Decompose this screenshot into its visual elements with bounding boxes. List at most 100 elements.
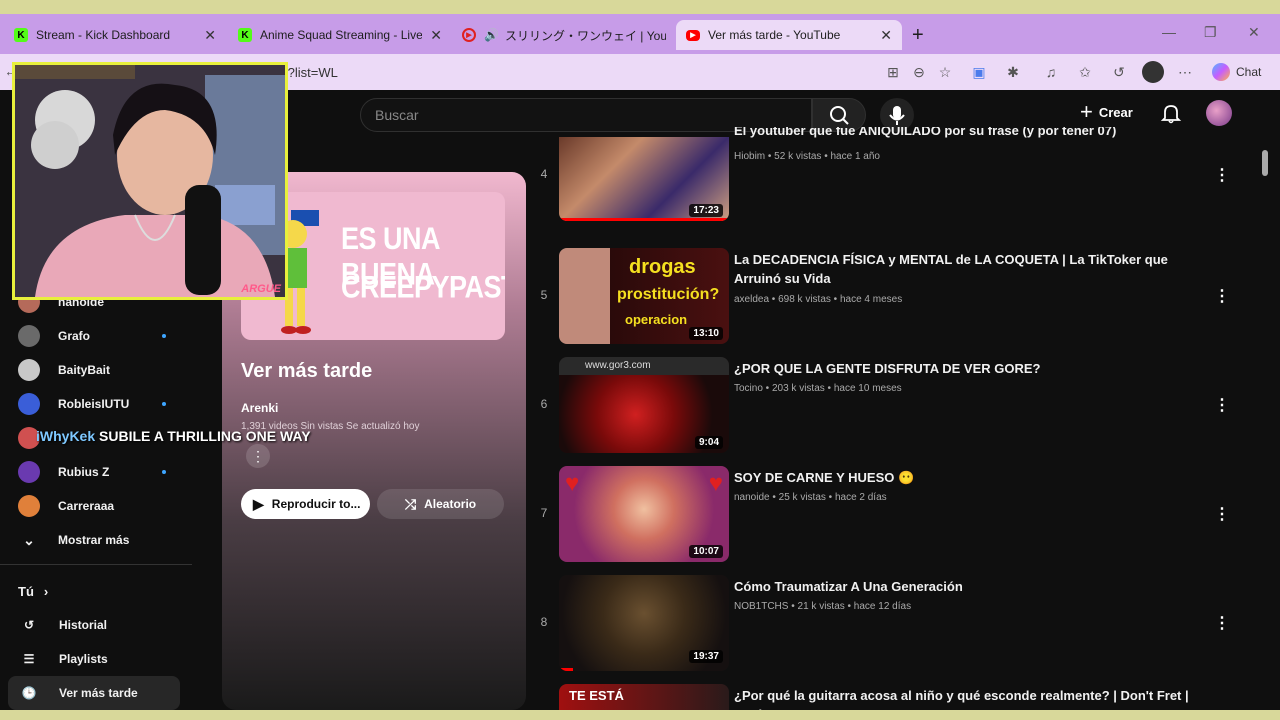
play-all-label: Reproducir to... xyxy=(271,497,361,511)
scrollbar[interactable] xyxy=(1260,132,1268,710)
profile-avatar[interactable] xyxy=(1142,61,1164,83)
thumb-text-line2: CREEPYPASTA xyxy=(341,269,505,305)
search-box[interactable] xyxy=(360,98,812,132)
video-thumbnail[interactable]: TE ESTÁ xyxy=(559,684,729,710)
create-button[interactable]: + Crear xyxy=(1080,101,1133,123)
video-thumbnail[interactable]: www.gor3.com 9:04 xyxy=(559,357,729,453)
video-duration: 17:23 xyxy=(689,204,723,217)
new-content-dot xyxy=(162,402,166,406)
video-title[interactable]: ¿POR QUE LA GENTE DISFRUTA DE VER GORE? xyxy=(734,359,1204,378)
video-options-icon[interactable]: ⋮ xyxy=(1214,286,1230,306)
maximize-icon[interactable]: ❐ xyxy=(1204,24,1217,41)
extension-icon[interactable]: ▣ xyxy=(970,63,988,81)
video-options-icon[interactable]: ⋮ xyxy=(1214,504,1230,524)
zoom-icon[interactable]: ⊖ xyxy=(910,63,928,81)
video-thumbnail[interactable]: 17:23 xyxy=(559,137,729,221)
favorites-icon[interactable]: ✩ xyxy=(1076,63,1094,81)
watch-progress-bar xyxy=(559,218,729,221)
video-options-icon[interactable]: ⋮ xyxy=(1214,613,1230,633)
notifications-button[interactable] xyxy=(1160,102,1182,129)
watch-later-icon: 🕒 xyxy=(21,686,37,700)
copilot-chat-button[interactable]: Chat xyxy=(1212,63,1261,81)
close-icon[interactable]: ✕ xyxy=(880,27,892,44)
scrollbar-thumb[interactable] xyxy=(1262,150,1268,176)
you-section-header[interactable]: Tú › xyxy=(8,574,180,608)
shuffle-label: Aleatorio xyxy=(424,497,477,511)
video-row[interactable]: 4 17:23 El youtuber que fue ANIQUILADO p… xyxy=(530,127,1240,221)
video-index: 5 xyxy=(540,288,548,302)
shuffle-button[interactable]: ⤮ Aleatorio xyxy=(377,489,504,519)
video-title[interactable]: ¿Por qué la guitarra acosa al niño y qué… xyxy=(734,686,1204,710)
video-duration: 13:10 xyxy=(689,327,723,340)
video-thumbnail[interactable]: ♥ ♥ 10:07 xyxy=(559,466,729,562)
tab-bar: K Stream - Kick Dashboard ✕ K Anime Squa… xyxy=(0,14,1280,54)
close-window-icon[interactable]: ✕ xyxy=(1248,24,1260,41)
thumb-text: prostitución? xyxy=(617,286,720,303)
close-icon[interactable]: ✕ xyxy=(430,27,442,44)
video-row[interactable]: 6 www.gor3.com 9:04 ¿POR QUE LA GENTE DI… xyxy=(530,357,1240,455)
video-options-icon[interactable]: ⋮ xyxy=(1214,395,1230,415)
caption-text: SUBILE A THRILLING ONE WAY xyxy=(99,428,311,444)
shuffle-icon: ⤮ xyxy=(404,495,417,512)
sidebar-sub-grafo[interactable]: Grafo xyxy=(0,319,200,353)
close-icon[interactable]: ✕ xyxy=(204,27,216,44)
nav-label: Ver más tarde xyxy=(59,686,138,700)
sidebar-sub-robleisiutu[interactable]: RobleisIUTU xyxy=(0,387,200,421)
speaker-icon[interactable]: 🔊 xyxy=(484,28,499,42)
video-row[interactable]: 5 drogas prostitución? operacion 13:10 L… xyxy=(530,248,1240,346)
sidebar: nanoide Grafo BaityBait RobleisIUTU Rubi… xyxy=(0,285,200,557)
copilot-icon xyxy=(1212,63,1230,81)
sidebar-sub-baitybait[interactable]: BaityBait xyxy=(0,353,200,387)
kick-icon: K xyxy=(14,28,28,42)
playlist-title: Ver más tarde xyxy=(241,360,373,382)
playlist-owner[interactable]: Arenki xyxy=(241,401,278,415)
sidebar-item-history[interactable]: ↺ Historial xyxy=(8,608,180,642)
sub-name: Rubius Z xyxy=(58,465,110,479)
more-menu-icon[interactable]: ⋯ xyxy=(1176,63,1194,81)
video-row[interactable]: 7 ♥ ♥ 10:07 SOY DE CARNE Y HUESO 😶 nanoi… xyxy=(530,466,1240,564)
show-more-button[interactable]: ⌄ Mostrar más xyxy=(0,523,200,557)
avatar xyxy=(18,359,40,381)
bell-icon xyxy=(1160,105,1182,124)
tab-title: Anime Squad Streaming - Live Stre xyxy=(260,28,423,42)
search-input[interactable] xyxy=(361,99,811,131)
video-title[interactable]: El youtuber que fue ANIQUILADO por su fr… xyxy=(734,127,1204,141)
video-index: 4 xyxy=(540,167,548,181)
tab-title: Stream - Kick Dashboard xyxy=(36,28,171,42)
video-options-icon[interactable]: ⋮ xyxy=(1214,165,1230,185)
search-button[interactable] xyxy=(812,98,866,132)
video-row[interactable]: 8 19:37 Cómo Traumatizar A Una Generació… xyxy=(530,575,1240,673)
tab-youtube-music[interactable]: ▶ 🔊 スリリング・ワンウェイ | YouTube M xyxy=(452,20,676,50)
play-all-button[interactable]: ▶ Reproducir to... xyxy=(241,489,370,519)
voice-search-button[interactable] xyxy=(880,98,914,132)
account-avatar[interactable] xyxy=(1206,100,1232,126)
more-options-icon[interactable]: ⋮ xyxy=(246,444,270,468)
chat-label: Chat xyxy=(1236,65,1262,79)
tab-watch-later[interactable]: ▶ Ver más tarde - YouTube ✕ xyxy=(676,20,902,50)
tab-anime-squad[interactable]: K Anime Squad Streaming - Live Stre ✕ xyxy=(228,20,452,50)
favorite-star-icon[interactable]: ☆ xyxy=(936,63,954,81)
sidebar-item-watch-later[interactable]: 🕒 Ver más tarde xyxy=(8,676,180,710)
sub-name: RobleisIUTU xyxy=(58,397,130,411)
app-grid-icon[interactable]: ⊞ xyxy=(884,63,902,81)
video-thumbnail[interactable]: drogas prostitución? operacion 13:10 xyxy=(559,248,729,344)
video-title[interactable]: Cómo Traumatizar A Una Generación xyxy=(734,577,1204,596)
media-icon[interactable]: ♫ xyxy=(1042,63,1060,81)
kick-icon: K xyxy=(238,28,252,42)
video-thumbnail[interactable]: 19:37 xyxy=(559,575,729,671)
video-title[interactable]: La DECADENCIA FÍSICA y MENTAL de LA COQU… xyxy=(734,250,1204,288)
url-field[interactable]: t?list=WL xyxy=(284,65,338,80)
video-title[interactable]: SOY DE CARNE Y HUESO 😶 xyxy=(734,468,1204,487)
minimize-icon[interactable]: — xyxy=(1162,24,1176,40)
sidebar-item-playlists[interactable]: ☰ Playlists xyxy=(8,642,180,676)
stream-chat-caption: iWhyKek SUBILE A THRILLING ONE WAY xyxy=(36,428,311,444)
video-index: 6 xyxy=(540,397,548,411)
puzzle-icon[interactable]: ✱ xyxy=(1004,63,1022,81)
video-row[interactable]: TE ESTÁ ¿Por qué la guitarra acosa al ni… xyxy=(530,684,1240,710)
sub-name: Carreraaa xyxy=(58,499,115,513)
tab-kick-dashboard[interactable]: K Stream - Kick Dashboard ✕ xyxy=(4,20,226,50)
new-tab-button[interactable]: + xyxy=(906,20,936,50)
history-browser-icon[interactable]: ↺ xyxy=(1110,63,1128,81)
sidebar-sub-rubius-z[interactable]: Rubius Z xyxy=(0,455,200,489)
sidebar-sub-carreraaa[interactable]: Carreraaa xyxy=(0,489,200,523)
